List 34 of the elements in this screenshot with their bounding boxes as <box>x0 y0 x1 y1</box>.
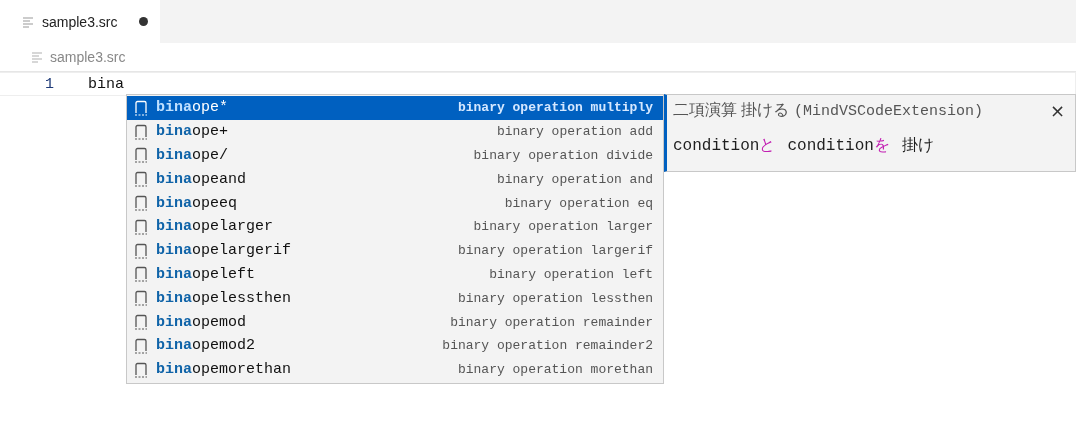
snippet-icon <box>134 218 148 235</box>
snippet-icon <box>134 314 148 331</box>
suggestion-item[interactable]: binaopeand binary operation and <box>127 167 663 192</box>
line-number: 1 <box>44 75 54 93</box>
snippet-icon <box>134 290 148 307</box>
snippet-icon <box>134 195 148 212</box>
snippet-icon <box>134 147 148 164</box>
details-text: condition と conditionを 掛け <box>672 136 935 157</box>
suggestion-item[interactable]: binaopemod binary operation remainder <box>127 310 663 334</box>
snippet-icon <box>134 99 148 116</box>
suggestion-item[interactable]: binaope/ binary operation divide <box>127 143 663 168</box>
snippet-icon <box>134 266 148 283</box>
suggestion-item[interactable]: binaopemod2 binary operation remainder2 <box>127 333 663 358</box>
snippet-icon <box>134 361 148 378</box>
snippet-icon <box>134 242 148 259</box>
text-file-icon <box>31 51 43 63</box>
suggestion-item[interactable]: binaope* binary operation multiply <box>127 96 663 120</box>
suggestion-item[interactable]: binaopeleft binary operation left <box>127 262 663 287</box>
snippet-icon <box>134 123 148 140</box>
editor-tab[interactable]: sample3.src <box>0 0 160 43</box>
suggestion-item[interactable]: binaopelessthen binary operation lessthen <box>127 286 663 311</box>
breadcrumb[interactable]: sample3.src <box>50 49 126 65</box>
close-button[interactable]: × <box>1043 99 1071 121</box>
code-line: bina <box>88 75 124 93</box>
snippet-icon <box>134 171 148 188</box>
details-title: 二項演算 掛ける (MindVSCodeExtension) <box>673 99 983 121</box>
suggestion-item[interactable]: binaopelarger binary operation larger <box>127 215 663 239</box>
suggestion-item[interactable]: binaopeeq binary operation eq <box>127 191 663 215</box>
suggestion-item[interactable]: binaope+ binary operation add <box>127 119 663 144</box>
unsaved-dot-icon <box>139 17 149 26</box>
suggestion-item[interactable]: binaopelargerif binary operation largerif <box>127 238 663 263</box>
suggestion-item[interactable]: binaopemorethan binary operation morethan <box>127 357 663 382</box>
text-file-icon <box>22 15 34 28</box>
snippet-icon <box>134 337 148 354</box>
